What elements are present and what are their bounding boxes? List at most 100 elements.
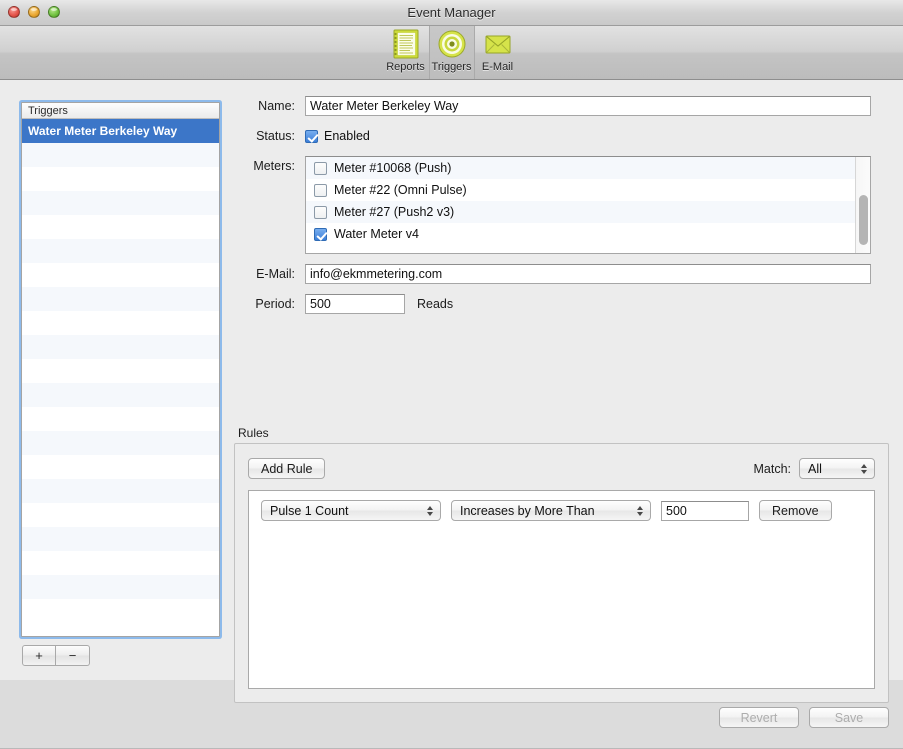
- period-row: Period: 500 Reads: [240, 294, 888, 314]
- rule-field-value: Pulse 1 Count: [270, 503, 349, 518]
- toolbar-item-email-label: E-Mail: [481, 61, 514, 73]
- triggers-icon: [438, 30, 465, 58]
- toolbar-item-reports[interactable]: Reports: [383, 26, 429, 79]
- list-item[interactable]: [22, 311, 219, 335]
- list-segmented-controls: + −: [22, 645, 90, 666]
- meters-list[interactable]: Meter #10068 (Push) Meter #22 (Omni Puls…: [305, 156, 871, 254]
- meter-item-label: Meter #10068 (Push): [334, 161, 452, 175]
- chevron-updown-icon: [425, 504, 434, 518]
- rule-field-select[interactable]: Pulse 1 Count: [261, 500, 441, 521]
- add-rule-button[interactable]: Add Rule: [248, 458, 326, 479]
- rule-operator-value: Increases by More Than: [460, 503, 595, 518]
- list-item[interactable]: [22, 431, 219, 455]
- email-row: E-Mail: info@ekmmetering.com: [240, 264, 888, 284]
- meter-checkbox[interactable]: [314, 161, 327, 175]
- meter-item[interactable]: Meter #27 (Push2 v3): [306, 201, 870, 223]
- list-item[interactable]: [22, 551, 219, 575]
- triggers-list-rows: Water Meter Berkeley Way: [22, 119, 219, 623]
- email-icon: [485, 35, 510, 54]
- meter-checkbox[interactable]: [314, 183, 327, 197]
- toolbar: Reports Triggers E-Mail: [0, 26, 903, 80]
- meter-item[interactable]: Water Meter v4: [306, 223, 870, 245]
- list-item[interactable]: [22, 239, 219, 263]
- event-manager-window: Event Manager Reports Triggers E-Mail Tr…: [0, 0, 903, 749]
- name-label: Name:: [258, 99, 295, 113]
- enabled-checkbox-label: Enabled: [324, 129, 370, 143]
- list-item[interactable]: [22, 335, 219, 359]
- toolbar-item-email[interactable]: E-Mail: [475, 26, 521, 79]
- list-item[interactable]: [22, 215, 219, 239]
- status-checkbox[interactable]: Enabled: [305, 126, 370, 146]
- rule-row: Pulse 1 Count Increases by More Than 500: [249, 491, 874, 521]
- meter-item-label: Meter #27 (Push2 v3): [334, 205, 455, 219]
- meters-row: Meters: Meter #10068 (Push) Meter #22 (O…: [240, 156, 888, 254]
- remove-rule-button[interactable]: Remove: [759, 500, 832, 521]
- reports-icon: [393, 29, 418, 59]
- period-unit-label: Reads: [417, 297, 454, 311]
- chevron-updown-icon: [635, 504, 644, 518]
- trigger-detail-form: Name: Water Meter Berkeley Way Status: E…: [240, 96, 888, 324]
- match-control: Match: All: [753, 458, 875, 479]
- rules-group-box: Add Rule Match: All Pulse 1 Count Increa…: [234, 443, 889, 703]
- list-item[interactable]: [22, 287, 219, 311]
- toolbar-item-reports-label: Reports: [386, 61, 425, 73]
- title-bar: Event Manager: [0, 0, 903, 26]
- window-body: Triggers Water Meter Berkeley Way + − Na…: [0, 80, 903, 749]
- window-title: Event Manager: [407, 5, 496, 20]
- list-item[interactable]: [22, 191, 219, 215]
- toolbar-item-triggers-label: Triggers: [431, 61, 472, 73]
- period-input[interactable]: 500: [305, 294, 405, 314]
- list-item[interactable]: [22, 143, 219, 167]
- meter-item-label: Meter #22 (Omni Pulse): [334, 183, 467, 197]
- meter-item[interactable]: Meter #22 (Omni Pulse): [306, 179, 870, 201]
- meters-scrollbar-thumb[interactable]: [859, 195, 868, 245]
- period-label: Period:: [255, 297, 295, 311]
- list-item[interactable]: [22, 599, 219, 623]
- list-item[interactable]: [22, 167, 219, 191]
- match-label: Match:: [753, 461, 791, 476]
- rule-value-input[interactable]: 500: [661, 500, 749, 521]
- meter-checkbox[interactable]: [314, 227, 327, 241]
- list-item[interactable]: [22, 527, 219, 551]
- email-label: E-Mail:: [256, 267, 295, 281]
- zoom-button[interactable]: [48, 6, 60, 18]
- window-controls: [8, 6, 60, 18]
- toolbar-items: Reports Triggers E-Mail: [383, 26, 521, 79]
- minimize-button[interactable]: [28, 6, 40, 18]
- list-item[interactable]: [22, 479, 219, 503]
- chevron-updown-icon: [859, 462, 868, 476]
- meters-label: Meters:: [253, 159, 295, 173]
- save-button[interactable]: Save: [809, 707, 889, 728]
- rules-toolbar: Add Rule Match: All: [248, 458, 875, 479]
- match-select-value: All: [808, 461, 822, 476]
- rules-list: Pulse 1 Count Increases by More Than 500: [248, 490, 875, 689]
- remove-trigger-button[interactable]: −: [56, 645, 90, 666]
- toolbar-item-triggers[interactable]: Triggers: [428, 26, 475, 79]
- list-item[interactable]: [22, 407, 219, 431]
- list-item[interactable]: Water Meter Berkeley Way: [22, 119, 219, 143]
- list-item[interactable]: [22, 383, 219, 407]
- rule-operator-select[interactable]: Increases by More Than: [451, 500, 651, 521]
- meters-scrollbar[interactable]: [855, 157, 870, 253]
- triggers-list[interactable]: Triggers Water Meter Berkeley Way: [21, 102, 220, 637]
- status-label: Status:: [256, 129, 295, 143]
- enabled-checkbox-box[interactable]: [305, 129, 318, 143]
- list-item[interactable]: [22, 359, 219, 383]
- list-item[interactable]: [22, 263, 219, 287]
- list-item[interactable]: [22, 455, 219, 479]
- meter-checkbox[interactable]: [314, 205, 327, 219]
- name-input[interactable]: Water Meter Berkeley Way: [305, 96, 871, 116]
- status-row: Status: Enabled: [240, 126, 888, 146]
- add-trigger-button[interactable]: +: [22, 645, 56, 666]
- match-select[interactable]: All: [799, 458, 875, 479]
- revert-button[interactable]: Revert: [719, 707, 799, 728]
- rules-group: Rules Add Rule Match: All Pulse 1 Count …: [234, 426, 889, 703]
- list-item-label: Water Meter Berkeley Way: [28, 124, 178, 138]
- close-button[interactable]: [8, 6, 20, 18]
- email-input[interactable]: info@ekmmetering.com: [305, 264, 871, 284]
- meter-item-label: Water Meter v4: [334, 227, 419, 241]
- list-item[interactable]: [22, 503, 219, 527]
- list-item[interactable]: [22, 575, 219, 599]
- meter-item[interactable]: Meter #10068 (Push): [306, 157, 870, 179]
- triggers-list-header: Triggers: [22, 103, 219, 119]
